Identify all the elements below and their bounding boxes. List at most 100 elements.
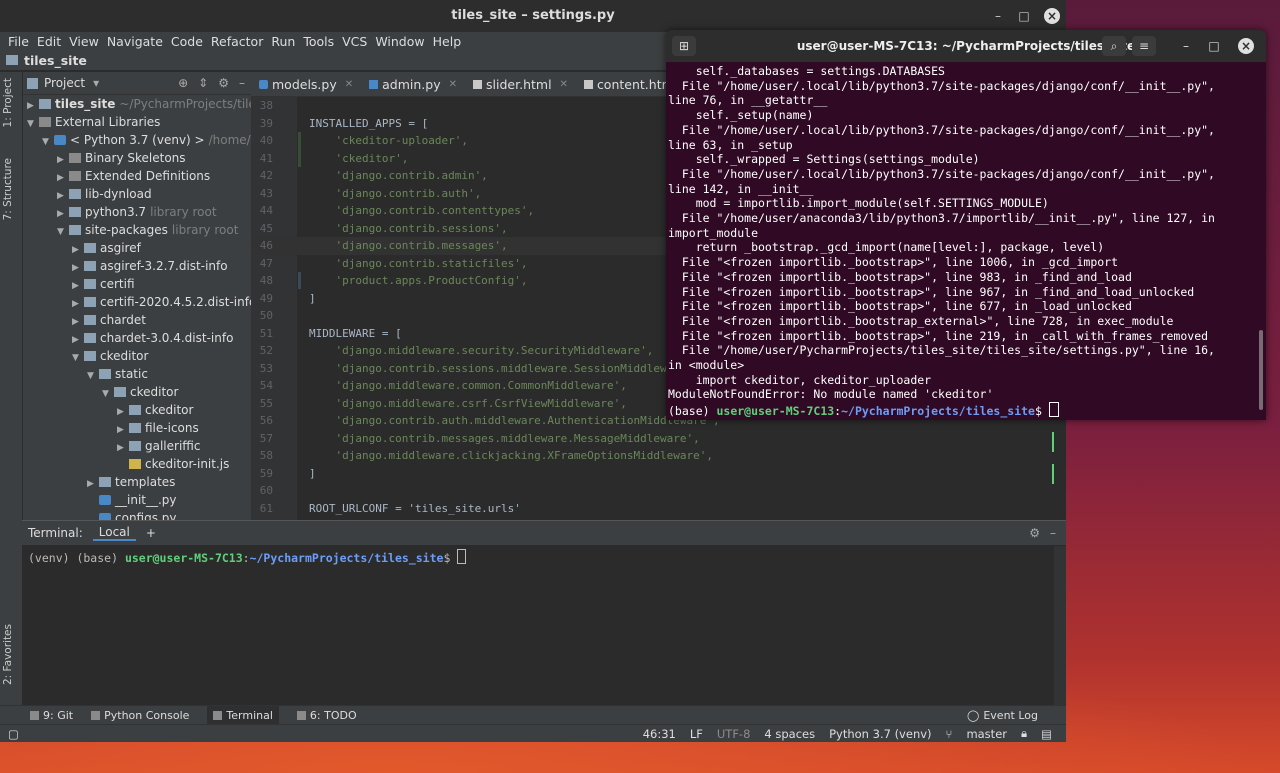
- tree-item[interactable]: ▶ asgiref-3.2.7.dist-info: [23, 257, 251, 275]
- maximize-icon[interactable]: □: [1206, 38, 1222, 54]
- add-terminal-button[interactable]: +: [146, 526, 156, 540]
- tree-item[interactable]: ▼ External Libraries: [23, 113, 251, 131]
- tab-admin-py[interactable]: admin.py ✕: [361, 72, 465, 96]
- tree-item[interactable]: ▼ site-packages library root: [23, 221, 251, 239]
- close-tab-icon[interactable]: ✕: [449, 79, 457, 90]
- menu-file[interactable]: File: [4, 34, 33, 49]
- close-icon[interactable]: ×: [1044, 8, 1060, 24]
- tab-models-py[interactable]: models.py ✕: [251, 72, 361, 96]
- python-console-icon: [91, 710, 101, 720]
- gterm-scrollbar[interactable]: [1259, 330, 1263, 410]
- gear-icon[interactable]: ⚙: [1029, 526, 1040, 540]
- code-text: MIDDLEWARE = [: [309, 326, 402, 340]
- gterm-prompt-line[interactable]: (base) user@user-MS-7C13:~/PycharmProjec…: [668, 402, 1264, 419]
- tree-item[interactable]: ▶ lib-dynload: [23, 185, 251, 203]
- gterm-prompt-path: ~/PycharmProjects/tiles_site: [841, 404, 1035, 419]
- folder-icon: [129, 405, 141, 415]
- toolwindow-terminal[interactable]: Terminal: [207, 705, 279, 725]
- toggle-tool-windows-icon[interactable]: ▢: [8, 727, 19, 741]
- lock-icon[interactable]: 🔒︎: [1021, 726, 1027, 741]
- tree-item[interactable]: ▶ ckeditor: [23, 401, 251, 419]
- tab-local-terminal[interactable]: Local: [92, 525, 136, 541]
- tree-item[interactable]: ▶ templates: [23, 473, 251, 491]
- minimize-icon[interactable]: –: [1178, 38, 1194, 54]
- tree-item[interactable]: ▶ tiles_site ~/PycharmProjects/tiles: [23, 95, 251, 113]
- code-line[interactable]: 59]: [251, 465, 1066, 483]
- indent-setting[interactable]: 4 spaces: [764, 727, 815, 741]
- tree-item[interactable]: ▶ file-icons: [23, 419, 251, 437]
- caret-position[interactable]: 46:31: [643, 727, 676, 741]
- tree-item[interactable]: ckeditor-init.js: [23, 455, 251, 473]
- breadcrumb-project[interactable]: tiles_site: [24, 53, 87, 68]
- line-separator[interactable]: LF: [690, 727, 703, 741]
- tree-item[interactable]: ▶ python3.7 library root: [23, 203, 251, 221]
- tree-item-label: __init__.py: [115, 493, 177, 507]
- tree-item-label: ckeditor: [145, 403, 194, 417]
- menu-vcs[interactable]: VCS: [338, 34, 371, 49]
- tab-slider-html[interactable]: slider.html ✕: [465, 72, 576, 96]
- git-icon: [30, 710, 39, 720]
- menu-view[interactable]: View: [65, 34, 103, 49]
- menu-run[interactable]: Run: [267, 34, 299, 49]
- tree-item[interactable]: __init__.py: [23, 491, 251, 509]
- close-tab-icon[interactable]: ✕: [560, 79, 568, 90]
- code-line[interactable]: 60: [251, 482, 1066, 500]
- python-file-icon: [369, 79, 379, 89]
- locate-icon[interactable]: ⊕: [178, 76, 188, 90]
- notifications-icon[interactable]: ▤: [1041, 727, 1052, 741]
- terminal-scrollbar[interactable]: [1054, 546, 1066, 706]
- toolwindow-git[interactable]: 9: Git: [30, 709, 73, 722]
- menu-code[interactable]: Code: [167, 34, 207, 49]
- menu-edit[interactable]: Edit: [33, 34, 65, 49]
- interpreter-selector[interactable]: Python 3.7 (venv): [829, 727, 931, 741]
- event-log-button[interactable]: ◯ Event Log: [967, 709, 1066, 722]
- menu-window[interactable]: Window: [371, 34, 428, 49]
- tree-item[interactable]: configs.py: [23, 509, 251, 520]
- gear-icon[interactable]: ⚙: [218, 76, 229, 90]
- tree-item-label: templates: [115, 475, 176, 489]
- minimize-icon[interactable]: –: [990, 8, 1006, 24]
- close-tab-icon[interactable]: ✕: [345, 79, 353, 90]
- hide-icon[interactable]: –: [1050, 526, 1056, 540]
- close-icon[interactable]: ×: [1238, 38, 1254, 54]
- git-branch[interactable]: master: [966, 727, 1007, 741]
- tree-item[interactable]: ▶ chardet-3.0.4.dist-info: [23, 329, 251, 347]
- menu-refactor[interactable]: Refactor: [207, 34, 267, 49]
- toolwindow-python-console[interactable]: Python Console: [91, 709, 189, 722]
- code-line[interactable]: 57 'django.contrib.messages.middleware.M…: [251, 430, 1066, 448]
- code-line[interactable]: 58 'django.middleware.clickjacking.XFram…: [251, 447, 1066, 465]
- gterm-window-title: user@user-MS-7C13: ~/PycharmProjects/til…: [796, 39, 1136, 53]
- terminal-prompt-line[interactable]: (venv) (base) user@user-MS-7C13:~/Pychar…: [22, 545, 1066, 569]
- toolwindow-todo[interactable]: 6: TODO: [296, 709, 357, 722]
- tab-favorites-tool[interactable]: 2: Favorites: [2, 624, 14, 685]
- tree-item[interactable]: ▶ asgiref: [23, 239, 251, 257]
- code-line[interactable]: 61 ROOT_URLCONF = 'tiles_site.urls': [251, 500, 1066, 518]
- maximize-icon[interactable]: □: [1016, 8, 1032, 24]
- tree-item[interactable]: ▼ static: [23, 365, 251, 383]
- hamburger-menu-icon[interactable]: ≡: [1132, 36, 1156, 56]
- tree-item[interactable]: ▼< Python 3.7 (venv) >/home/use: [23, 131, 251, 149]
- terminal-output-line: self._wrapped = Settings(settings_module…: [668, 152, 980, 167]
- tree-item[interactable]: ▶ certifi-2020.4.5.2.dist-info: [23, 293, 251, 311]
- menu-help[interactable]: Help: [429, 34, 466, 49]
- tree-item[interactable]: ▶ certifi: [23, 275, 251, 293]
- hide-icon[interactable]: –: [239, 76, 245, 90]
- line-number: 56: [259, 414, 273, 427]
- tree-item[interactable]: ▶ Binary Skeletons: [23, 149, 251, 167]
- gterm-output[interactable]: self._databases = settings.DATABASES Fil…: [666, 62, 1266, 419]
- tree-item[interactable]: ▶ chardet: [23, 311, 251, 329]
- tree-item[interactable]: ▶ galleriffic: [23, 437, 251, 455]
- tree-item[interactable]: ▼ ckeditor: [23, 383, 251, 401]
- menu-tools[interactable]: Tools: [299, 34, 338, 49]
- tree-item[interactable]: ▼ ckeditor: [23, 347, 251, 365]
- project-view-selector[interactable]: Project: [44, 76, 85, 90]
- tree-item-label: ckeditor-init.js: [145, 457, 230, 471]
- chevron-down-icon[interactable]: ▾: [93, 76, 99, 90]
- collapse-icon[interactable]: ⇕: [198, 76, 208, 90]
- tab-project-tool[interactable]: 1: Project: [2, 78, 14, 127]
- file-encoding[interactable]: UTF-8: [717, 727, 751, 741]
- tab-structure-tool[interactable]: 7: Structure: [2, 158, 14, 220]
- menu-navigate[interactable]: Navigate: [103, 34, 167, 49]
- search-icon[interactable]: ⌕: [1102, 36, 1126, 56]
- tree-item[interactable]: ▶ Extended Definitions: [23, 167, 251, 185]
